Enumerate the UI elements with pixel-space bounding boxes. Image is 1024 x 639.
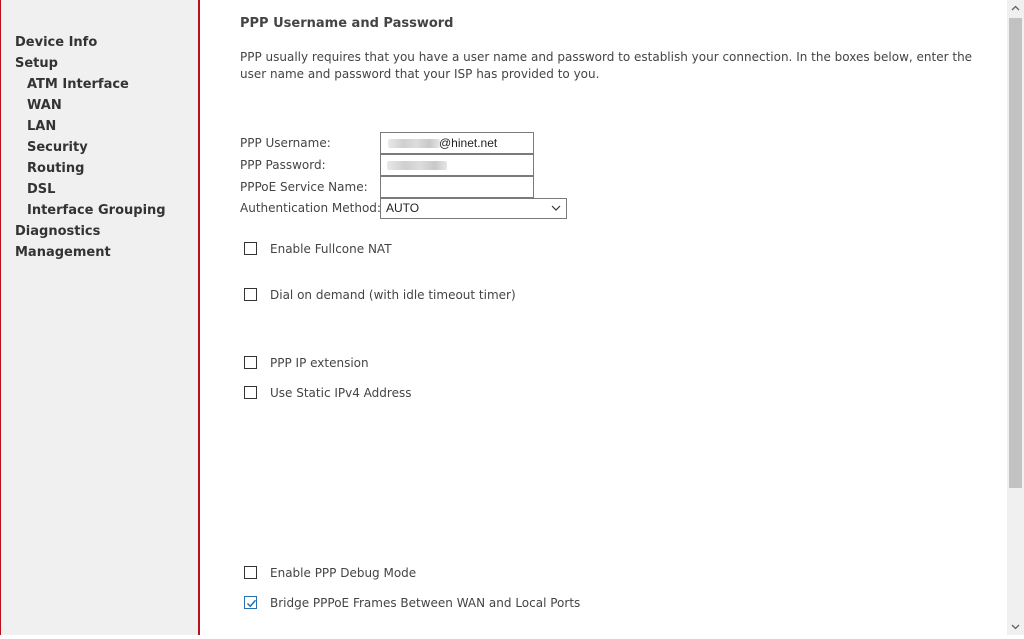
password-field-wrap [380,154,534,176]
sidebar-item-interface-grouping[interactable]: Interface Grouping [27,203,166,219]
static-ipv4-label: Use Static IPv4 Address [270,386,412,400]
sidebar-nav: Device Info Setup ATM Interface WAN LAN … [1,0,200,635]
dial-on-demand-label: Dial on demand (with idle timeout timer) [270,288,516,302]
auth-method-value: AUTO [386,201,420,215]
bridge-pppoe-label: Bridge PPPoE Frames Between WAN and Loca… [270,596,581,610]
static-ipv4-checkbox[interactable] [244,386,257,399]
intro-text: PPP usually requires that you have a use… [240,50,973,81]
sidebar-item-diagnostics[interactable]: Diagnostics [15,224,100,240]
scroll-up-arrow-icon [1011,5,1020,11]
checkmark-icon [246,599,257,608]
main-content: PPP Username and Password PPP usually re… [200,0,1006,635]
redacted-username-prefix [388,139,440,148]
auth-method-label: Authentication Method: [240,201,381,215]
chevron-down-icon [551,205,561,211]
scroll-up-button[interactable] [1007,0,1024,17]
redacted-password [387,161,447,170]
fullcone-nat-label: Enable Fullcone NAT [270,242,392,256]
scroll-down-arrow-icon [1011,624,1020,630]
scrollbar-thumb[interactable] [1009,18,1022,488]
password-label: PPP Password: [240,158,326,172]
sidebar-item-device-info[interactable]: Device Info [15,35,97,51]
username-label: PPP Username: [240,136,331,150]
vertical-scrollbar[interactable] [1007,0,1024,635]
sidebar-item-management[interactable]: Management [15,245,111,261]
ppp-ip-extension-checkbox[interactable] [244,356,257,369]
sidebar-item-lan[interactable]: LAN [27,119,56,135]
ppp-debug-label: Enable PPP Debug Mode [270,566,417,580]
auth-method-select[interactable]: AUTO [380,198,567,219]
username-field-wrap [380,132,534,154]
sidebar-item-security[interactable]: Security [27,140,88,156]
fullcone-nat-checkbox[interactable] [244,242,257,255]
ppp-ip-extension-label: PPP IP extension [270,356,369,370]
sidebar-item-dsl[interactable]: DSL [27,182,55,198]
scroll-down-button[interactable] [1007,618,1024,635]
page-title: PPP Username and Password [240,16,454,31]
ppp-debug-checkbox[interactable] [244,566,257,579]
sidebar-item-setup[interactable]: Setup [15,56,58,72]
dial-on-demand-checkbox[interactable] [244,288,257,301]
service-name-input[interactable] [380,176,534,198]
sidebar-item-wan[interactable]: WAN [27,98,62,114]
bridge-pppoe-checkbox[interactable] [244,596,257,609]
sidebar-item-atm-interface[interactable]: ATM Interface [27,77,129,93]
service-name-label: PPPoE Service Name: [240,180,368,194]
sidebar-item-routing[interactable]: Routing [27,161,84,177]
